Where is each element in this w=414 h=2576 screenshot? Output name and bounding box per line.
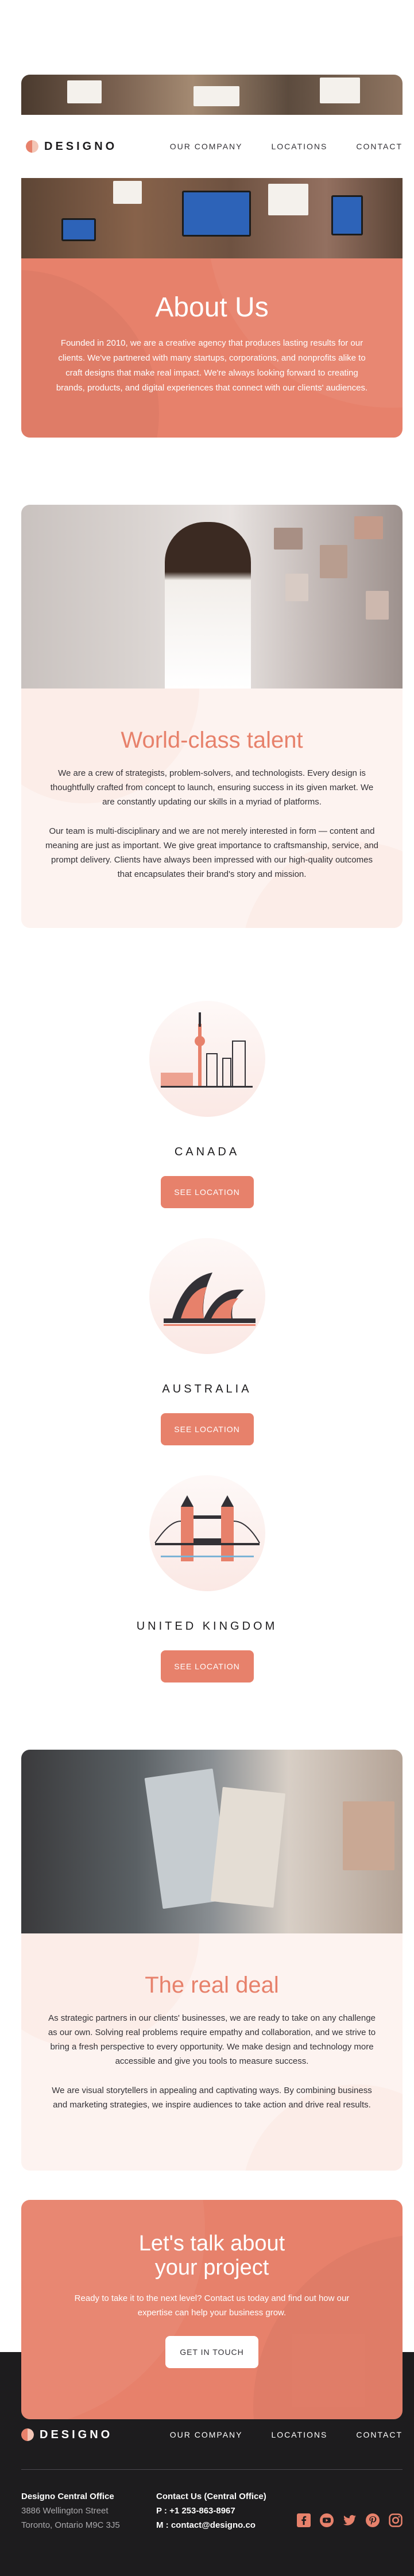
- woman-figure: [165, 522, 251, 689]
- office-address-line2: Toronto, Ontario M9C 3J5: [21, 2520, 120, 2530]
- pinned-photo: [320, 545, 347, 578]
- cta-description: Ready to take it to the next level? Cont…: [74, 2293, 350, 2318]
- logo[interactable]: DESIGNO: [26, 140, 117, 153]
- desk-paper: [67, 80, 102, 103]
- footer-divider: [21, 2469, 403, 2470]
- location-name: UNITED KINGDOM: [136, 1620, 278, 1633]
- instagram-icon[interactable]: [389, 2513, 403, 2527]
- contact-heading: Contact Us (Central Office): [156, 2492, 266, 2501]
- tablet-screen: [331, 195, 363, 235]
- held-photo: [210, 1786, 286, 1908]
- pinned-photo: [366, 591, 389, 620]
- deal-paragraph-2: We are visual storytellers in appealing …: [52, 2086, 372, 2110]
- hero-description: Founded in 2010, we are a creative agenc…: [56, 338, 368, 393]
- deal-photo: [21, 1750, 403, 1933]
- laptop-screen: [182, 191, 251, 237]
- hero-photo-mid: [21, 178, 403, 258]
- contact-phone[interactable]: P : +1 253-863-8967: [156, 2504, 294, 2518]
- footer-bottom: Designo Central Office 3886 Wellington S…: [21, 2489, 403, 2532]
- hero-photo-top: [21, 75, 403, 115]
- footer-nav-our-company[interactable]: OUR COMPANY: [170, 2430, 243, 2439]
- pinned-photo: [285, 574, 308, 601]
- nav-our-company[interactable]: OUR COMPANY: [170, 142, 243, 151]
- location-united-kingdom: UNITED KINGDOM SEE LOCATION: [0, 1475, 414, 1682]
- facebook-icon[interactable]: [297, 2513, 311, 2527]
- see-location-canada-button[interactable]: SEE LOCATION: [160, 1176, 254, 1208]
- cta-title-line1: Let's talk about: [138, 2231, 285, 2256]
- see-location-australia-button[interactable]: SEE LOCATION: [160, 1413, 254, 1445]
- contact-email[interactable]: M : contact@designo.co: [156, 2518, 294, 2532]
- location-canada: CANADA SEE LOCATION: [0, 1001, 414, 1208]
- youtube-icon[interactable]: [320, 2513, 334, 2527]
- twitter-icon[interactable]: [343, 2513, 357, 2527]
- talent-paragraph-2: Our team is multi-disciplinary and we ar…: [45, 826, 378, 879]
- talent-paragraph-1: We are a crew of strategists, problem-so…: [50, 768, 374, 807]
- footer-contact: Contact Us (Central Office) P : +1 253-8…: [156, 2489, 294, 2532]
- tower-bridge-icon: [149, 1475, 265, 1591]
- nav-locations[interactable]: LOCATIONS: [272, 142, 328, 151]
- cta-title: Let's talk about your project: [21, 2231, 403, 2280]
- social-links: [297, 2513, 403, 2532]
- logo-mark-icon: [26, 140, 38, 153]
- sydney-opera-house-icon: [149, 1238, 265, 1354]
- location-australia: AUSTRALIA SEE LOCATION: [0, 1238, 414, 1445]
- office-address-line1: 3886 Wellington Street: [21, 2506, 109, 2516]
- desk-paper: [113, 181, 142, 204]
- office-heading: Designo Central Office: [21, 2492, 114, 2501]
- pinned-photo: [274, 528, 303, 550]
- footer-nav: OUR COMPANY LOCATIONS CONTACT: [170, 2430, 403, 2439]
- talent-section: World-class talent We are a crew of stra…: [21, 689, 403, 928]
- footer-top: DESIGNO OUR COMPANY LOCATIONS CONTACT: [21, 2418, 403, 2452]
- cta-title-line2: your project: [154, 2256, 269, 2280]
- tablet-screen: [61, 218, 96, 241]
- get-in-touch-button[interactable]: GET IN TOUCH: [165, 2336, 258, 2368]
- footer-nav-contact[interactable]: CONTACT: [356, 2430, 403, 2439]
- location-name: CANADA: [174, 1146, 240, 1158]
- deal-section: The real deal As strategic partners in o…: [21, 1933, 403, 2171]
- cta-card: Let's talk about your project Ready to t…: [21, 2200, 403, 2419]
- logo-text: DESIGNO: [44, 140, 118, 153]
- desk-paper: [320, 78, 360, 103]
- about-hero: About Us Founded in 2010, we are a creat…: [21, 258, 403, 438]
- footer-office: Designo Central Office 3886 Wellington S…: [21, 2489, 156, 2532]
- location-name: AUSTRALIA: [162, 1383, 252, 1395]
- page-title: About Us: [155, 292, 269, 323]
- talent-title: World-class talent: [121, 728, 303, 753]
- page: DESIGNO OUR COMPANY LOCATIONS CONTACT Ab…: [0, 0, 414, 2576]
- logo-mark-icon: [21, 2428, 34, 2441]
- pinned-photo: [354, 516, 383, 539]
- talent-photo: [21, 505, 403, 689]
- footer-logo[interactable]: DESIGNO: [21, 2428, 113, 2442]
- pinterest-icon[interactable]: [366, 2513, 380, 2527]
- held-photo: [343, 1801, 394, 1870]
- desk-paper: [194, 86, 239, 106]
- see-location-uk-button[interactable]: SEE LOCATION: [160, 1650, 254, 1682]
- deal-paragraph-1: As strategic partners in our clients' bu…: [48, 2013, 376, 2066]
- logo-text: DESIGNO: [40, 2428, 113, 2441]
- footer-nav-locations[interactable]: LOCATIONS: [272, 2430, 328, 2439]
- deal-title: The real deal: [145, 1972, 279, 1998]
- site-header: DESIGNO OUR COMPANY LOCATIONS CONTACT: [21, 115, 403, 178]
- toronto-skyline-icon: [149, 1001, 265, 1117]
- main-nav: OUR COMPANY LOCATIONS CONTACT: [170, 142, 403, 151]
- nav-contact[interactable]: CONTACT: [356, 142, 403, 151]
- desk-paper: [268, 184, 308, 215]
